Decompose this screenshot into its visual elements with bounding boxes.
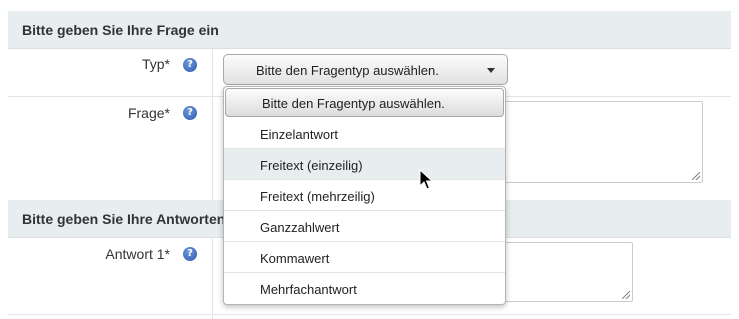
dropdown-option-freitext-einzeilig[interactable]: Freitext (einzeilig) — [224, 149, 505, 180]
column-divider — [212, 97, 213, 200]
resize-grip-icon[interactable] — [692, 172, 700, 180]
question-label: Frage* — [127, 105, 170, 121]
column-divider — [212, 238, 213, 319]
dropdown-option-mehrfachantwort[interactable]: Mehrfachantwort — [224, 273, 505, 304]
column-divider — [212, 49, 213, 97]
section-header-question: Bitte geben Sie Ihre Frage ein — [8, 11, 731, 49]
dropdown-option-einzelantwort[interactable]: Einzelantwort — [224, 118, 505, 149]
row-divider — [8, 314, 731, 315]
dropdown-option-placeholder[interactable]: Bitte den Fragentyp auswählen. — [225, 88, 504, 117]
dropdown-option-freitext-mehrzeilig[interactable]: Freitext (mehrzeilig) — [224, 180, 505, 211]
arrow-cursor-icon — [419, 169, 433, 190]
resize-grip-icon[interactable] — [622, 291, 630, 299]
type-select-value: Bitte den Fragentyp auswählen. — [256, 63, 439, 78]
help-icon[interactable]: ? — [183, 58, 197, 72]
dropdown-option-kommawert[interactable]: Kommawert — [224, 242, 505, 273]
help-icon[interactable]: ? — [183, 106, 197, 120]
help-icon[interactable]: ? — [183, 247, 197, 261]
answer1-label: Antwort 1* — [105, 246, 170, 262]
type-label: Typ* — [141, 56, 170, 72]
chevron-down-icon — [487, 68, 495, 73]
type-select[interactable]: Bitte den Fragentyp auswählen. — [223, 54, 508, 85]
type-dropdown-list[interactable]: Bitte den Fragentyp auswählen. Einzelant… — [223, 86, 506, 305]
dropdown-option-ganzzahlwert[interactable]: Ganzzahlwert — [224, 211, 505, 242]
